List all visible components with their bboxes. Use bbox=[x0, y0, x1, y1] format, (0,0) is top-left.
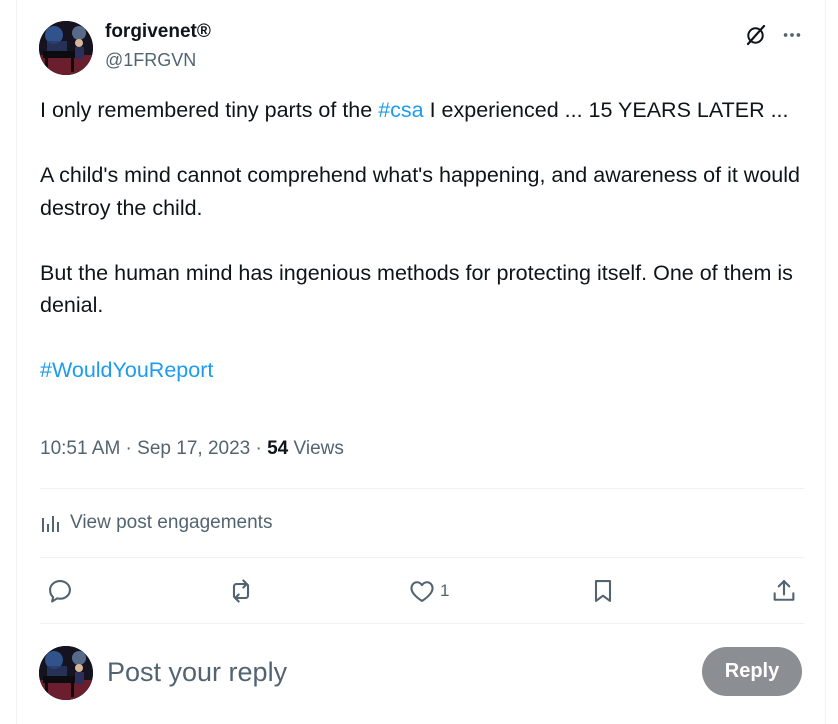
avatar-image bbox=[39, 646, 93, 700]
post-paragraph: #WouldYouReport bbox=[40, 354, 810, 387]
repost-icon bbox=[232, 579, 250, 603]
meta-separator: · bbox=[250, 438, 268, 459]
hashtag-link-csa[interactable]: #csa bbox=[378, 98, 423, 122]
more-icon[interactable] bbox=[779, 21, 805, 49]
reply-submit-button[interactable]: Reply bbox=[702, 647, 802, 696]
post-text-segment: I only remembered tiny parts of the bbox=[40, 98, 379, 122]
user-avatar[interactable] bbox=[39, 646, 93, 700]
meta-separator: · bbox=[120, 438, 138, 459]
divider bbox=[40, 557, 804, 558]
post-meta: 10:51 AM · Sep 17, 2023 · 54 Views bbox=[40, 438, 344, 460]
post-date[interactable]: Sep 17, 2023 bbox=[137, 438, 250, 459]
avatar-image bbox=[39, 21, 93, 75]
post-time[interactable]: 10:51 AM bbox=[40, 438, 120, 459]
post-text-segment: I experienced ... 15 YEARS LATER ... bbox=[423, 98, 789, 122]
share-button[interactable] bbox=[770, 574, 798, 608]
like-count: 1 bbox=[440, 581, 450, 600]
repost-button[interactable] bbox=[227, 574, 255, 608]
divider bbox=[40, 623, 804, 624]
author-avatar[interactable] bbox=[39, 21, 93, 75]
post-paragraph: I only remembered tiny parts of the #csa… bbox=[40, 94, 810, 127]
bookmark-button[interactable] bbox=[589, 574, 617, 608]
grok-icon[interactable] bbox=[742, 21, 770, 49]
bookmark-icon bbox=[594, 580, 612, 602]
view-engagements-link[interactable]: View post engagements bbox=[40, 508, 272, 538]
author-handle[interactable]: @1FRGVN bbox=[105, 50, 196, 71]
divider bbox=[40, 488, 804, 489]
reply-input[interactable]: Post your reply bbox=[107, 654, 677, 690]
views-label: Views bbox=[288, 438, 344, 459]
hashtag-link-wouldyoureport[interactable]: #WouldYouReport bbox=[40, 358, 213, 382]
reply-button[interactable] bbox=[46, 574, 74, 608]
post-text: I only remembered tiny parts of the #csa… bbox=[40, 94, 810, 387]
heart-icon bbox=[410, 581, 434, 602]
bar-chart-icon bbox=[40, 512, 62, 534]
like-button[interactable]: 1 bbox=[408, 574, 449, 608]
post-paragraph: But the human mind has ingenious methods… bbox=[40, 260, 793, 318]
share-icon bbox=[773, 580, 795, 601]
engagements-label: View post engagements bbox=[70, 512, 273, 533]
post-paragraph: A child's mind cannot comprehend what's … bbox=[40, 163, 800, 220]
reply-icon bbox=[49, 580, 71, 603]
views-count: 54 bbox=[267, 438, 289, 459]
author-display-name[interactable]: forgivenet® bbox=[105, 21, 211, 43]
